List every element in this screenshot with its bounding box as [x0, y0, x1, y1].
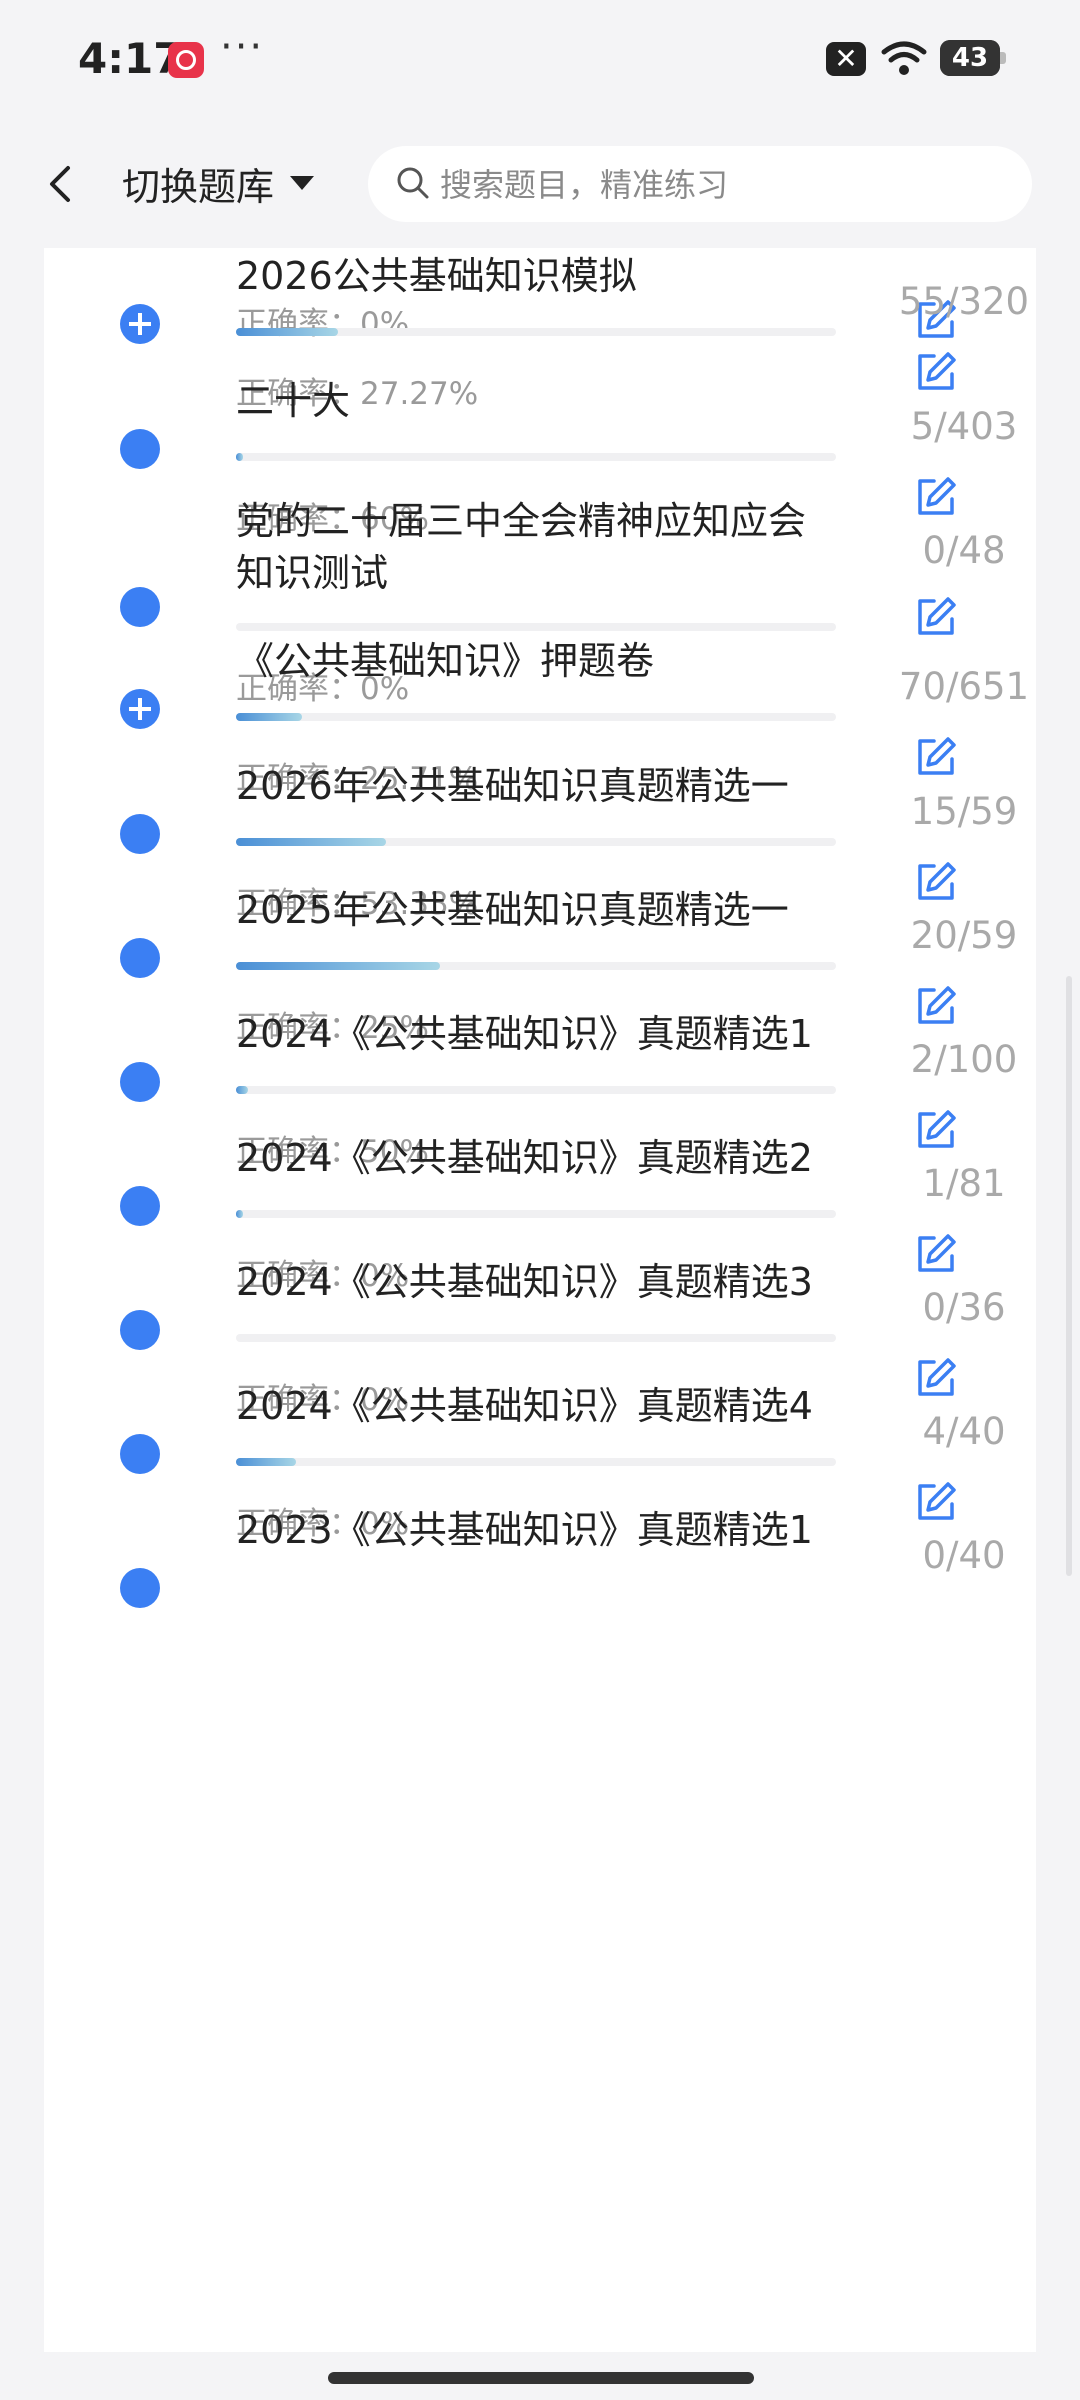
blue-dot-icon — [120, 1434, 160, 1474]
battery-level: 43 — [951, 43, 989, 73]
blue-dot-icon — [120, 814, 160, 854]
progress-count: 0/48 — [922, 529, 1006, 572]
progress-bar — [236, 1210, 836, 1218]
blue-dot-icon — [120, 938, 160, 978]
progress-count: 15/59 — [910, 790, 1018, 833]
progress-bar — [236, 1334, 836, 1342]
blue-dot-icon — [120, 429, 160, 469]
progress-count: 1/81 — [922, 1162, 1006, 1205]
progress-fill — [236, 1210, 244, 1218]
search-input[interactable] — [438, 146, 1002, 224]
item-title: 2024《公共基础知识》真题精选3 — [236, 1260, 813, 1304]
item-title: 2026年公共基础知识真题精选一 — [236, 764, 789, 808]
progress-count: 2/100 — [910, 1038, 1018, 1081]
scrollbar[interactable] — [1066, 976, 1072, 1576]
progress-bar — [236, 838, 836, 846]
progress-count: 0/40 — [922, 1534, 1006, 1577]
status-bar: 4:17 ··· ✕ 43 — [0, 0, 1080, 120]
expand-plus-icon[interactable] — [120, 304, 160, 344]
progress-bar — [236, 453, 836, 461]
progress-bar — [236, 962, 836, 970]
battery-icon: 43 — [940, 40, 1006, 76]
blue-dot-icon — [120, 1186, 160, 1226]
progress-count: 5/403 — [910, 405, 1018, 448]
item-title: 2025年公共基础知识真题精选一 — [236, 888, 789, 932]
item-title: 2024《公共基础知识》真题精选4 — [236, 1384, 813, 1428]
home-indicator[interactable] — [328, 2372, 754, 2384]
progress-bar — [236, 1086, 836, 1094]
item-title: 2026公共基础知识模拟 — [236, 254, 637, 298]
progress-fill — [236, 453, 244, 461]
status-time: 4:17 — [78, 34, 183, 83]
progress-fill — [236, 1458, 296, 1466]
item-title: 2023《公共基础知识》真题精选1 — [236, 1508, 813, 1552]
notification-close-icon: ✕ — [826, 42, 866, 76]
blue-dot-icon — [120, 1310, 160, 1350]
item-title: 党的二十届三中全会精神应知应会知识测试 — [236, 499, 807, 595]
progress-bar — [236, 1458, 836, 1466]
progress-count: 0/36 — [922, 1286, 1006, 1329]
more-dots-icon: ··· — [220, 24, 265, 70]
progress-bar — [236, 328, 836, 336]
progress-count: 20/59 — [910, 914, 1018, 957]
question-bank-list: 正确率：0% 2026公共基础知识模拟 正确率：27.27% 55/320 二十大 正确率… — [44, 248, 1036, 2352]
progress-fill — [236, 1086, 248, 1094]
app-badge-icon — [168, 42, 204, 78]
switch-bank-button[interactable]: 切换题库 — [122, 156, 274, 211]
item-title: 2024《公共基础知识》真题精选1 — [236, 1012, 813, 1056]
item-title: 二十大 — [236, 379, 351, 423]
expand-plus-icon[interactable] — [120, 689, 160, 729]
wifi-icon — [881, 41, 927, 75]
progress-bar — [236, 713, 836, 721]
progress-count: 4/40 — [922, 1410, 1006, 1453]
progress-count: 70/651 — [898, 665, 1030, 708]
search-icon — [397, 167, 429, 199]
blue-dot-icon — [120, 1062, 160, 1102]
top-header: 切换题库 — [0, 120, 1080, 248]
item-title: 《公共基础知识》押题卷 — [236, 639, 655, 683]
back-arrow-icon[interactable] — [40, 160, 80, 208]
list-item[interactable]: 2023《公共基础知识》真题精选1 0/40 — [44, 1482, 1036, 1682]
progress-fill — [236, 838, 386, 846]
search-bar[interactable] — [368, 146, 1032, 224]
blue-dot-icon — [120, 1568, 160, 1608]
item-title: 2024《公共基础知识》真题精选2 — [236, 1136, 813, 1180]
progress-fill — [236, 713, 302, 721]
caret-down-icon[interactable] — [290, 176, 314, 190]
progress-fill — [236, 962, 440, 970]
progress-count: 55/320 — [898, 280, 1030, 323]
progress-fill — [236, 328, 338, 336]
